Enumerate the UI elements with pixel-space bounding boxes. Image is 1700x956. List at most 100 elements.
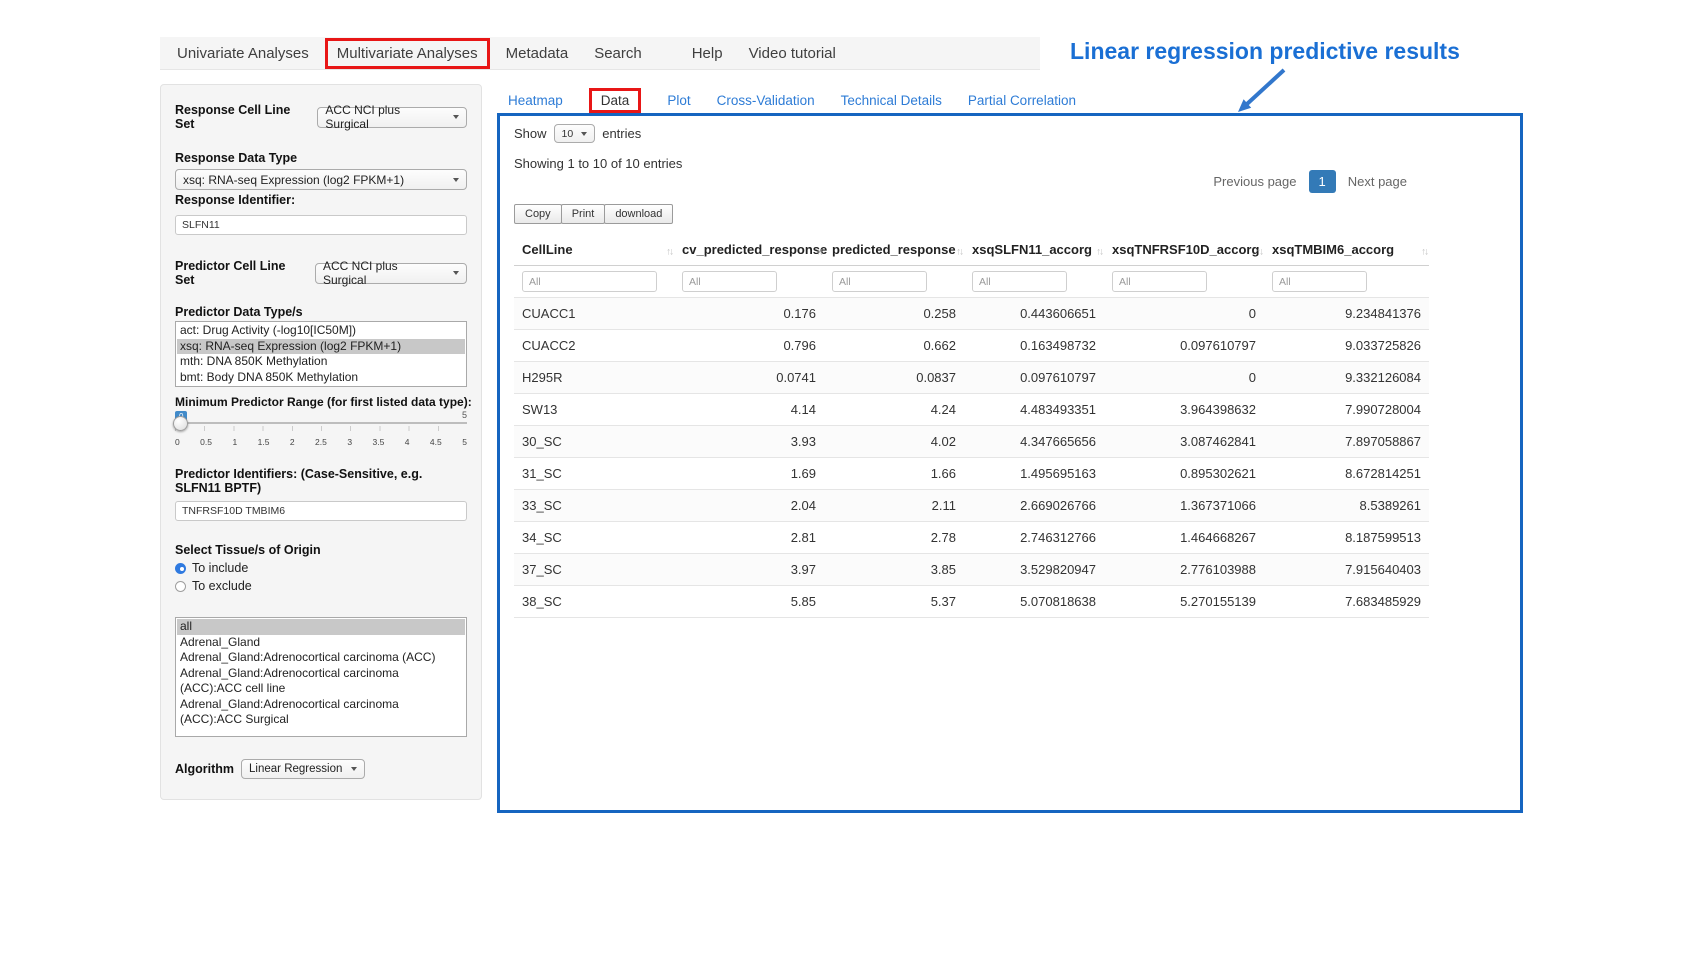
column-header-label: cv_predicted_response (682, 242, 827, 257)
filter-cell (1264, 266, 1429, 298)
export-button[interactable]: download (604, 204, 673, 224)
cell-value: 5.270155139 (1104, 586, 1264, 618)
response-data-type-select[interactable]: xsq: RNA-seq Expression (log2 FPKM+1) (175, 169, 467, 190)
annotation-arrow (1232, 66, 1292, 118)
showing-entries-text: Showing 1 to 10 of 10 entries (514, 156, 682, 171)
column-header[interactable]: xsqSLFN11_accorg (964, 234, 1104, 266)
nav-item[interactable]: Metadata (493, 45, 582, 62)
table-filter-row (514, 266, 1429, 298)
cell-value: 0.097610797 (964, 362, 1104, 394)
cell-value: 9.234841376 (1264, 298, 1429, 330)
predictor-cell-line-set-value: ACC NCI plus Surgical (323, 259, 444, 287)
predictor-data-type-option[interactable]: act: Drug Activity (-log10[IC50M]) (177, 323, 465, 339)
tissue-radio-option[interactable]: To exclude (175, 579, 467, 593)
nav-item[interactable]: Video tutorial (736, 45, 849, 62)
table-row: CUACC20.7960.6620.1634987320.0976107979.… (514, 330, 1429, 362)
column-header[interactable]: CellLine (514, 234, 674, 266)
column-header[interactable]: xsqTMBIM6_accorg (1264, 234, 1429, 266)
slider-track[interactable] (175, 422, 467, 424)
cell-value: 7.897058867 (1264, 426, 1429, 458)
response-identifier-label: Response Identifier: (175, 193, 467, 207)
table-row: 38_SC5.855.375.0708186385.2701551397.683… (514, 586, 1429, 618)
slider-tick-labels: 00.511.522.533.544.55 (175, 437, 467, 447)
tissue-option[interactable]: Adrenal_Gland:Adrenocortical carcinoma (… (177, 697, 465, 728)
response-cell-line-set-select[interactable]: ACC NCI plus Surgical (317, 107, 467, 128)
predictor-cell-line-set-label: Predictor Cell Line Set (175, 259, 308, 287)
result-tab[interactable]: Data (589, 88, 642, 113)
filter-cell (514, 266, 674, 298)
result-tab[interactable]: Partial Correlation (968, 93, 1076, 108)
cell-value: 0.0741 (674, 362, 824, 394)
cell-value: 0.662 (824, 330, 964, 362)
radio-button-icon[interactable] (175, 581, 186, 592)
tissue-radio-option[interactable]: To include (175, 561, 467, 575)
tissue-option[interactable]: Adrenal_Gland:Adrenocortical carcinoma (… (177, 650, 465, 666)
sort-icon[interactable] (666, 242, 672, 257)
predictor-data-types-label: Predictor Data Type/s (175, 305, 467, 319)
predictor-identifiers-input[interactable] (175, 501, 467, 521)
tissue-option[interactable]: Adrenal_Gland (177, 635, 465, 651)
column-filter-input[interactable] (832, 271, 927, 292)
column-filter-input[interactable] (682, 271, 777, 292)
next-page-button[interactable]: Next page (1343, 170, 1412, 193)
column-filter-input[interactable] (522, 271, 657, 292)
tissue-option[interactable]: Adrenal_Gland:Adrenocortical carcinoma (… (177, 666, 465, 697)
export-button[interactable]: Print (561, 204, 606, 224)
radio-button-icon[interactable] (175, 563, 186, 574)
cell-value: 2.04 (674, 490, 824, 522)
tissue-listbox: allAdrenal_GlandAdrenal_Gland:Adrenocort… (175, 617, 467, 737)
slider-tick-label: 3 (347, 437, 352, 447)
sort-icon[interactable] (1421, 242, 1427, 257)
sort-icon[interactable] (1096, 242, 1102, 257)
cell-value: 8.5389261 (1264, 490, 1429, 522)
nav-item[interactable]: Multivariate Analyses (325, 38, 490, 69)
tissue-option[interactable]: all (177, 619, 465, 635)
column-filter-input[interactable] (972, 271, 1067, 292)
column-header[interactable]: cv_predicted_response (674, 234, 824, 266)
previous-page-button[interactable]: Previous page (1208, 170, 1301, 193)
slider-tick-label: 4.5 (430, 437, 442, 447)
algorithm-select[interactable]: Linear Regression (241, 759, 365, 779)
column-header[interactable]: xsqTNFRSF10D_accorg (1104, 234, 1264, 266)
sort-icon[interactable] (1256, 242, 1262, 257)
sort-icon[interactable] (956, 242, 962, 257)
chevron-down-icon (453, 271, 459, 275)
predictor-data-type-option[interactable]: xsq: RNA-seq Expression (log2 FPKM+1) (177, 339, 465, 355)
predictor-data-type-option[interactable]: bmt: Body DNA 850K Methylation (177, 370, 465, 386)
cell-line-name: 38_SC (514, 586, 674, 618)
chevron-down-icon (581, 132, 587, 136)
result-tab[interactable]: Cross-Validation (717, 93, 815, 108)
predictor-data-type-option[interactable]: mth: DNA 850K Methylation (177, 354, 465, 370)
cell-value: 3.087462841 (1104, 426, 1264, 458)
sort-icon[interactable] (816, 242, 822, 257)
cell-value: 0.443606651 (964, 298, 1104, 330)
nav-item[interactable]: Search (581, 45, 655, 62)
cell-value: 1.464668267 (1104, 522, 1264, 554)
result-tab[interactable]: Heatmap (508, 93, 563, 108)
sidebar-panel: Response Cell Line Set ACC NCI plus Surg… (160, 84, 482, 800)
result-tab[interactable]: Technical Details (841, 93, 942, 108)
filter-cell (1104, 266, 1264, 298)
table-row: CUACC10.1760.2580.44360665109.234841376 (514, 298, 1429, 330)
tissue-radio-label: To include (192, 561, 248, 575)
cell-line-name: CUACC2 (514, 330, 674, 362)
cell-value: 0 (1104, 298, 1264, 330)
column-filter-input[interactable] (1272, 271, 1367, 292)
cell-value: 3.529820947 (964, 554, 1104, 586)
export-button[interactable]: Copy (514, 204, 562, 224)
show-entries-value: 10 (562, 128, 574, 140)
nav-item[interactable]: Help (679, 45, 736, 62)
chevron-down-icon (453, 115, 459, 119)
current-page-button[interactable]: 1 (1309, 170, 1336, 193)
show-entries-select[interactable]: 10 (554, 124, 596, 143)
result-tab[interactable]: Plot (667, 93, 690, 108)
column-header[interactable]: predicted_response (824, 234, 964, 266)
filter-cell (824, 266, 964, 298)
predictor-cell-line-set-select[interactable]: ACC NCI plus Surgical (315, 263, 467, 284)
nav-item[interactable]: Univariate Analyses (164, 45, 322, 62)
cell-value: 3.93 (674, 426, 824, 458)
cell-line-name: 30_SC (514, 426, 674, 458)
column-filter-input[interactable] (1112, 271, 1207, 292)
response-identifier-input[interactable] (175, 215, 467, 235)
slider-handle[interactable] (173, 416, 188, 431)
